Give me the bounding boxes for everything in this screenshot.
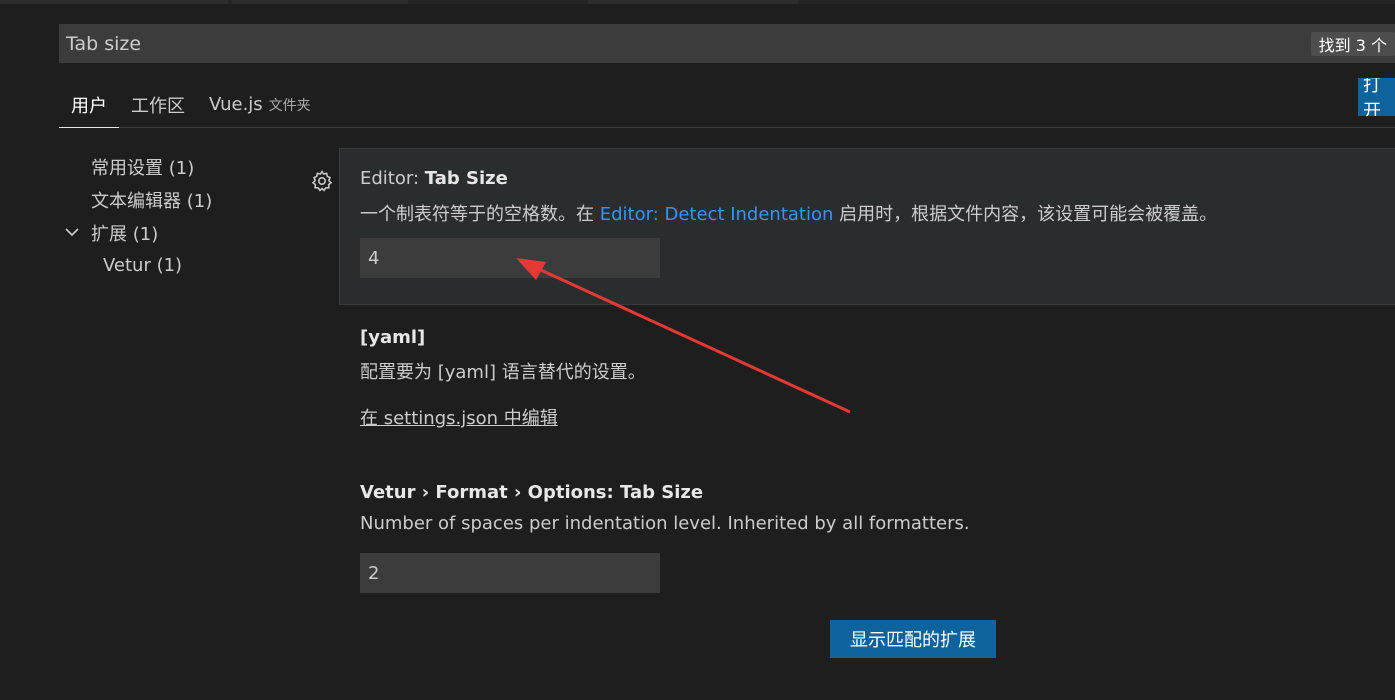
toc-item-label: 文本编辑器 (1)	[91, 190, 213, 212]
tab-size-input[interactable]	[360, 238, 660, 278]
setting-description: 配置要为 [yaml] 语言替代的设置。	[360, 362, 646, 383]
setting-name: Tab Size	[424, 168, 508, 189]
editor-tab[interactable]	[588, 0, 798, 4]
setting-desc-text: 启用时，根据文件内容，该设置可能会被覆盖。	[833, 204, 1218, 225]
vetur-tab-size-input[interactable]	[360, 553, 660, 593]
gear-icon[interactable]	[310, 169, 334, 193]
settings-scope-tabs: 用户 工作区 Vue.js 文件夹	[59, 82, 1395, 128]
editor-tab[interactable]	[0, 0, 228, 4]
settings-search-input[interactable]	[59, 24, 1311, 63]
tab-folder-sublabel: 文件夹	[268, 97, 311, 114]
search-result-count: 找到 3 个	[1310, 31, 1395, 56]
match-button-label: 显示匹配的扩展	[850, 630, 976, 651]
settings-search-bar: 找到 3 个	[59, 24, 1395, 63]
tab-folder-vuejs[interactable]: Vue.js 文件夹	[197, 82, 323, 127]
toc-item-commonly-used[interactable]: 常用设置 (1)	[60, 150, 320, 183]
toc-item-label: 常用设置 (1)	[91, 157, 195, 179]
toc-item-label: 扩展 (1)	[91, 223, 159, 245]
tab-workspace-label: 工作区	[131, 95, 185, 117]
setting-name: Tab Size	[620, 482, 704, 503]
open-settings-json-button[interactable]: 打开	[1358, 78, 1395, 116]
setting-title: [yaml]	[360, 327, 425, 348]
tab-workspace[interactable]: 工作区	[119, 82, 197, 127]
setting-description: 一个制表符等于的空格数。在 Editor: Detect Indentation…	[360, 200, 1217, 226]
setting-desc-text: 一个制表符等于的空格数。在	[360, 204, 600, 225]
tab-folder-label: Vue.js	[209, 94, 263, 115]
tab-user-label: 用户	[71, 95, 107, 117]
setting-description: Number of spaces per indentation level. …	[360, 513, 970, 534]
setting-category: Vetur › Format › Options:	[360, 482, 620, 503]
tab-user[interactable]: 用户	[59, 82, 119, 128]
settings-toc: 常用设置 (1) 文本编辑器 (1) 扩展 (1) Vetur (1)	[60, 150, 320, 282]
toc-item-text-editor[interactable]: 文本编辑器 (1)	[60, 183, 320, 216]
editor-tab[interactable]	[232, 0, 408, 4]
show-matching-extensions-button[interactable]: 显示匹配的扩展	[830, 620, 996, 658]
chevron-down-icon	[65, 225, 91, 241]
toc-item-extensions[interactable]: 扩展 (1)	[60, 216, 320, 249]
setting-title: Vetur › Format › Options: Tab Size	[360, 482, 703, 503]
edit-in-settings-json-link[interactable]: 在 settings.json 中编辑	[360, 404, 558, 430]
open-button-label: 打开	[1363, 78, 1381, 116]
toc-item-vetur[interactable]: Vetur (1)	[60, 249, 320, 282]
setting-category: Editor:	[360, 168, 425, 189]
editor-tab-strip	[0, 0, 1395, 4]
setting-title: Editor: Tab Size	[360, 168, 508, 189]
toc-item-label: Vetur (1)	[103, 255, 183, 276]
detect-indentation-link[interactable]: Editor: Detect Indentation	[600, 204, 834, 225]
setting-name: [yaml]	[360, 327, 426, 348]
